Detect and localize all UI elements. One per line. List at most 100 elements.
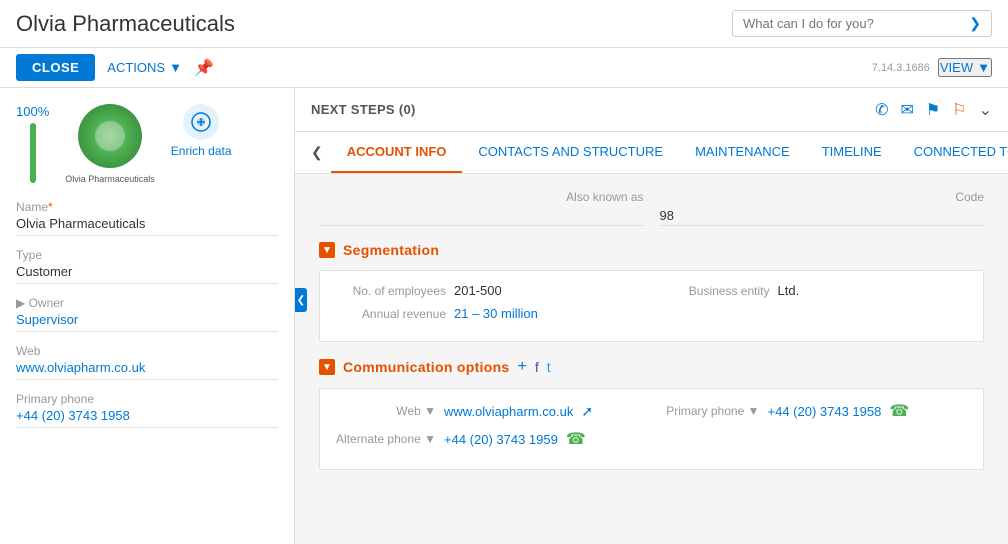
communication-toggle[interactable]: ▼: [319, 359, 335, 375]
tab-contacts-structure[interactable]: CONTACTS AND STRUCTURE: [462, 132, 679, 173]
also-known-as-input[interactable]: [319, 206, 644, 226]
field-type-value: Customer: [16, 264, 278, 284]
comm-primary-phone-value: +44 (20) 3743 1958: [768, 404, 882, 419]
progress-percent: 100%: [16, 104, 49, 119]
comm-primary-phone-label: Primary phone ▼: [660, 404, 760, 418]
email-icon[interactable]: ✉: [901, 100, 914, 120]
content-area: Also known as Code ▼ Segmentation: [295, 174, 1008, 544]
communication-header: ▼ Communication options + f t: [319, 358, 984, 376]
segmentation-row-1: No. of employees 201-500 Business entity…: [336, 283, 967, 298]
search-chevron-icon[interactable]: ❯: [969, 15, 981, 32]
comm-alt-phone-field: Alternate phone ▼ +44 (20) 3743 1959 ☎: [336, 429, 644, 449]
field-web-value[interactable]: www.olviapharm.co.uk: [16, 360, 278, 380]
field-web-label: Web: [16, 344, 278, 358]
field-owner-value[interactable]: Supervisor: [16, 312, 278, 332]
segmentation-content: No. of employees 201-500 Business entity…: [319, 270, 984, 342]
flag-blue-icon[interactable]: ⚑: [926, 100, 940, 120]
left-panel: 100% Olvia Pharmaceuticals: [0, 88, 295, 544]
phone-call-icon[interactable]: ✆: [875, 100, 888, 120]
next-steps-collapse-icon[interactable]: ⌄: [979, 100, 992, 120]
web-dropdown-icon[interactable]: ▼: [424, 404, 436, 418]
comm-row-alt-phone: Alternate phone ▼ +44 (20) 3743 1959 ☎: [336, 429, 967, 449]
next-steps-icons: ✆ ✉ ⚑ ⚐ ⌄: [875, 100, 992, 120]
flag-orange-icon[interactable]: ⚐: [952, 100, 966, 120]
actions-label: ACTIONS: [107, 60, 165, 75]
right-panel: NEXT STEPS (0) ✆ ✉ ⚑ ⚐ ⌄ ❮ ACCOUNT INFO …: [295, 88, 1008, 544]
company-logo: [78, 104, 142, 168]
logo-graphic: [78, 104, 142, 168]
field-owner-label: ▶ Owner: [16, 296, 278, 310]
close-button[interactable]: CLOSE: [16, 54, 95, 81]
enrich-label[interactable]: Enrich data: [171, 144, 232, 158]
left-edge-tab[interactable]: ❮: [295, 288, 307, 312]
primary-phone-call-icon[interactable]: ☎: [889, 401, 909, 421]
field-name: Name* Olvia Pharmaceuticals: [16, 200, 278, 236]
tab-timeline[interactable]: TIMELINE: [806, 132, 898, 173]
annual-revenue-value: 21 – 30 million: [454, 306, 538, 321]
action-bar-left: CLOSE ACTIONS ▼ 📌: [16, 54, 214, 81]
tabs-left-arrow[interactable]: ❮: [303, 144, 331, 161]
comm-primary-phone-field: Primary phone ▼ +44 (20) 3743 1958 ☎: [660, 401, 968, 421]
progress-bar-container: 100%: [16, 104, 49, 183]
comm-web-label: Web ▼: [336, 404, 436, 418]
field-type-label: Type: [16, 248, 278, 262]
main-container: 100% Olvia Pharmaceuticals: [0, 88, 1008, 544]
progress-bar: [30, 123, 36, 183]
company-logo-label: Olvia Pharmaceuticals: [65, 174, 155, 184]
comm-web-field: Web ▼ www.olviapharm.co.uk ➚: [336, 403, 644, 420]
communication-add-icon[interactable]: +: [518, 358, 527, 376]
progress-label: 100%: [16, 104, 49, 119]
action-bar: CLOSE ACTIONS ▼ 📌 7.14.3.1686 VIEW ▼: [0, 48, 1008, 88]
view-button[interactable]: VIEW ▼: [938, 58, 992, 77]
segmentation-toggle[interactable]: ▼: [319, 242, 335, 258]
comm-alt-phone-value: +44 (20) 3743 1959: [444, 432, 558, 447]
pin-icon[interactable]: 📌: [194, 58, 214, 78]
employees-value: 201-500: [454, 283, 502, 298]
external-link-icon[interactable]: ➚: [581, 403, 593, 420]
comm-row-web: Web ▼ www.olviapharm.co.uk ➚ Primary pho…: [336, 401, 967, 421]
alt-phone-dropdown-icon[interactable]: ▼: [424, 432, 436, 446]
field-primary-phone-value: +44 (20) 3743 1958: [16, 408, 278, 428]
communication-title: Communication options: [343, 359, 510, 375]
also-known-as-label: Also known as: [566, 190, 643, 204]
tab-connected[interactable]: CONNECTED TO: [898, 132, 1008, 173]
search-bar[interactable]: ❯: [732, 10, 992, 37]
view-label: VIEW: [940, 60, 973, 75]
code-input[interactable]: [660, 206, 985, 226]
top-bar: Olvia Pharmaceuticals ❯: [0, 0, 1008, 48]
segmentation-title: Segmentation: [343, 242, 439, 258]
alt-phone-call-icon[interactable]: ☎: [566, 429, 586, 449]
version-text: 7.14.3.1686: [872, 62, 930, 74]
segmentation-row-2: Annual revenue 21 – 30 million: [336, 306, 967, 321]
employees-field: No. of employees 201-500: [336, 283, 644, 298]
tab-account-info[interactable]: ACCOUNT INFO: [331, 132, 463, 173]
comm-web-value[interactable]: www.olviapharm.co.uk: [444, 404, 573, 419]
enrich-section[interactable]: Enrich data: [171, 104, 232, 158]
actions-button[interactable]: ACTIONS ▼: [107, 60, 182, 75]
view-chevron-icon: ▼: [977, 60, 990, 75]
twitter-icon[interactable]: t: [547, 359, 551, 375]
tab-maintenance[interactable]: MAINTENANCE: [679, 132, 806, 173]
next-steps-title: NEXT STEPS (0): [311, 102, 416, 117]
also-known-as-field: Also known as: [319, 190, 644, 226]
logo-area: Olvia Pharmaceuticals: [65, 104, 155, 184]
field-name-label: Name*: [16, 200, 278, 214]
business-entity-value: Ltd.: [778, 283, 800, 298]
search-input[interactable]: [743, 16, 969, 31]
field-type: Type Customer: [16, 248, 278, 284]
segmentation-header: ▼ Segmentation: [319, 242, 984, 258]
business-entity-field: Business entity Ltd.: [660, 283, 968, 298]
progress-section: 100% Olvia Pharmaceuticals: [16, 104, 278, 184]
logo-circle: [95, 121, 125, 151]
code-field: Code: [660, 190, 985, 226]
tabs-bar: ❮ ACCOUNT INFO CONTACTS AND STRUCTURE MA…: [295, 132, 1008, 174]
comm-alt-phone-label: Alternate phone ▼: [336, 432, 436, 446]
progress-fill: [30, 123, 36, 183]
primary-phone-dropdown-icon[interactable]: ▼: [748, 404, 760, 418]
company-title: Olvia Pharmaceuticals: [16, 11, 235, 37]
field-owner: ▶ Owner Supervisor: [16, 296, 278, 332]
facebook-icon[interactable]: f: [535, 359, 539, 375]
enrich-icon[interactable]: [183, 104, 219, 140]
also-known-row: Also known as Code: [319, 190, 984, 226]
field-primary-phone: Primary phone +44 (20) 3743 1958: [16, 392, 278, 428]
